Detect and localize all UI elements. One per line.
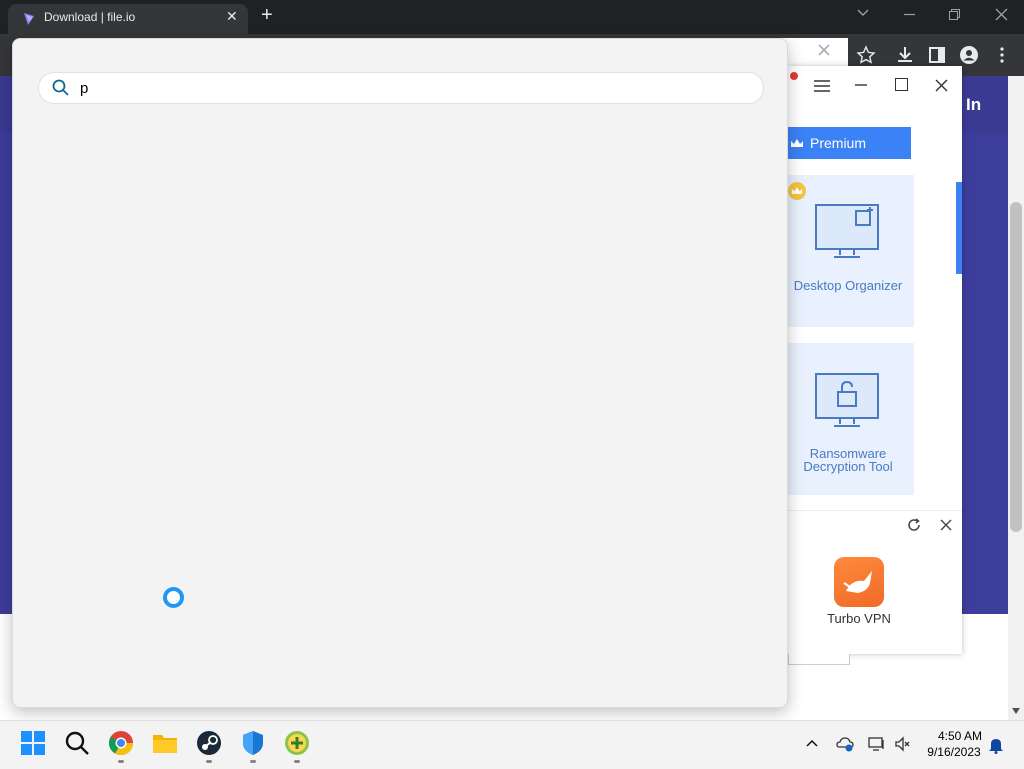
scrollbar-thumb[interactable] <box>1010 202 1022 532</box>
clock-date[interactable]: 9/16/2023 <box>924 745 984 759</box>
onedrive-info-icon[interactable] <box>836 736 854 752</box>
new-tab-button[interactable]: + <box>261 5 273 25</box>
refresh-icon[interactable] <box>907 518 921 532</box>
notification-bell-icon[interactable] <box>988 736 1004 754</box>
utility-running-indicator <box>294 760 300 763</box>
side-panel-icon[interactable] <box>927 45 947 65</box>
downloads-icon[interactable] <box>895 45 915 65</box>
turbo-vpn-app-icon[interactable] <box>834 557 884 607</box>
chrome-menu-icon[interactable] <box>992 45 1012 65</box>
bookmark-star-icon[interactable] <box>856 45 876 65</box>
panel-shadow-edge <box>788 654 850 665</box>
app-close-icon[interactable] <box>935 79 948 92</box>
taskbar-search-icon[interactable] <box>63 729 91 757</box>
premium-label: Premium <box>810 135 867 151</box>
turbo-vpn-label: Turbo VPN <box>827 611 891 626</box>
browser-tab[interactable]: Download | file.io ✕ <box>8 4 248 34</box>
start-windows-icon[interactable] <box>19 729 47 757</box>
ransomware-label-line2: Decryption Tool <box>803 459 893 474</box>
tab-title: Download | file.io <box>44 10 136 24</box>
premium-button[interactable]: Premium <box>788 127 911 159</box>
clear-address-icon[interactable] <box>818 44 830 56</box>
panel-scroll-indicator <box>956 182 962 274</box>
app-maximize-icon[interactable] <box>895 78 908 91</box>
tab-close-icon[interactable]: ✕ <box>226 8 238 25</box>
sign-in-link[interactable]: In <box>966 95 981 115</box>
window-close-icon[interactable] <box>995 8 1008 21</box>
monitor-lock-icon <box>815 373 879 427</box>
show-hidden-icons-chevron-icon[interactable] <box>806 739 818 747</box>
promo-close-icon[interactable] <box>940 519 952 531</box>
speaker-muted-icon[interactable] <box>894 736 912 752</box>
window-minimize-icon[interactable] <box>903 8 916 21</box>
security-running-indicator <box>250 760 256 763</box>
premium-crown-badge-icon <box>788 182 806 200</box>
chrome-icon[interactable] <box>107 729 135 757</box>
desktop-organizer-label: Desktop Organizer <box>793 278 903 293</box>
search-icon <box>52 79 69 96</box>
rabbit-icon <box>843 571 872 593</box>
window-restore-icon[interactable] <box>948 8 961 21</box>
display-icon[interactable] <box>868 736 886 752</box>
crown-icon <box>790 135 804 151</box>
chrome-running-indicator <box>118 760 124 763</box>
scroll-down-arrow-icon[interactable] <box>1012 708 1020 714</box>
loading-spinner <box>163 587 184 608</box>
windows-security-shield-icon[interactable] <box>239 729 267 757</box>
monitor-window-icon <box>815 204 879 258</box>
app-minimize-icon[interactable] <box>855 84 867 86</box>
tab-search-chevron-icon[interactable] <box>857 9 869 17</box>
steam-icon[interactable] <box>195 729 223 757</box>
utility-app-icon[interactable] <box>283 729 311 757</box>
search-input[interactable] <box>80 78 740 98</box>
promo-header <box>788 510 962 543</box>
app-menu-icon[interactable] <box>814 80 830 92</box>
steam-running-indicator <box>206 760 212 763</box>
file-io-favicon-icon <box>24 13 34 25</box>
notification-dot <box>790 72 798 80</box>
windows-search-panel <box>12 38 788 708</box>
clock-time[interactable]: 4:50 AM <box>936 729 984 743</box>
file-explorer-icon[interactable] <box>151 729 179 757</box>
profile-avatar-icon[interactable] <box>959 45 979 65</box>
